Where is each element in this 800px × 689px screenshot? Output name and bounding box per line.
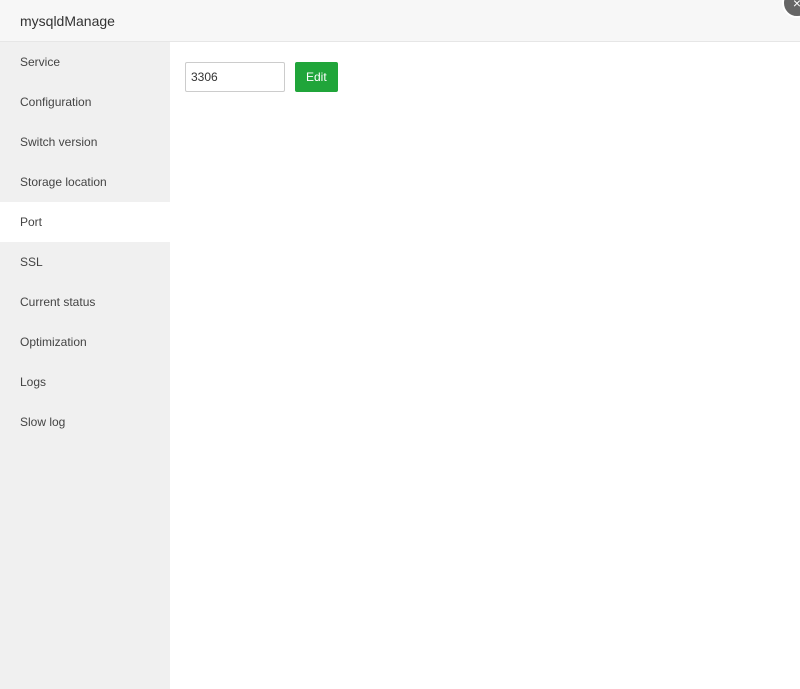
sidebar-item-port[interactable]: Port: [0, 202, 170, 242]
sidebar-item-ssl[interactable]: SSL: [0, 242, 170, 282]
sidebar-item-storage-location[interactable]: Storage location: [0, 162, 170, 202]
sidebar-item-switch-version[interactable]: Switch version: [0, 122, 170, 162]
sidebar-item-logs[interactable]: Logs: [0, 362, 170, 402]
sidebar-item-configuration[interactable]: Configuration: [0, 82, 170, 122]
port-form: Edit: [185, 62, 338, 92]
sidebar-item-service[interactable]: Service: [0, 42, 170, 82]
sidebar-item-optimization[interactable]: Optimization: [0, 322, 170, 362]
sidebar: Service Configuration Switch version Sto…: [0, 42, 170, 689]
window-title: mysqldManage: [0, 0, 800, 42]
port-input[interactable]: [185, 62, 285, 92]
edit-button[interactable]: Edit: [295, 62, 338, 92]
sidebar-item-slow-log[interactable]: Slow log: [0, 402, 170, 442]
sidebar-item-current-status[interactable]: Current status: [0, 282, 170, 322]
